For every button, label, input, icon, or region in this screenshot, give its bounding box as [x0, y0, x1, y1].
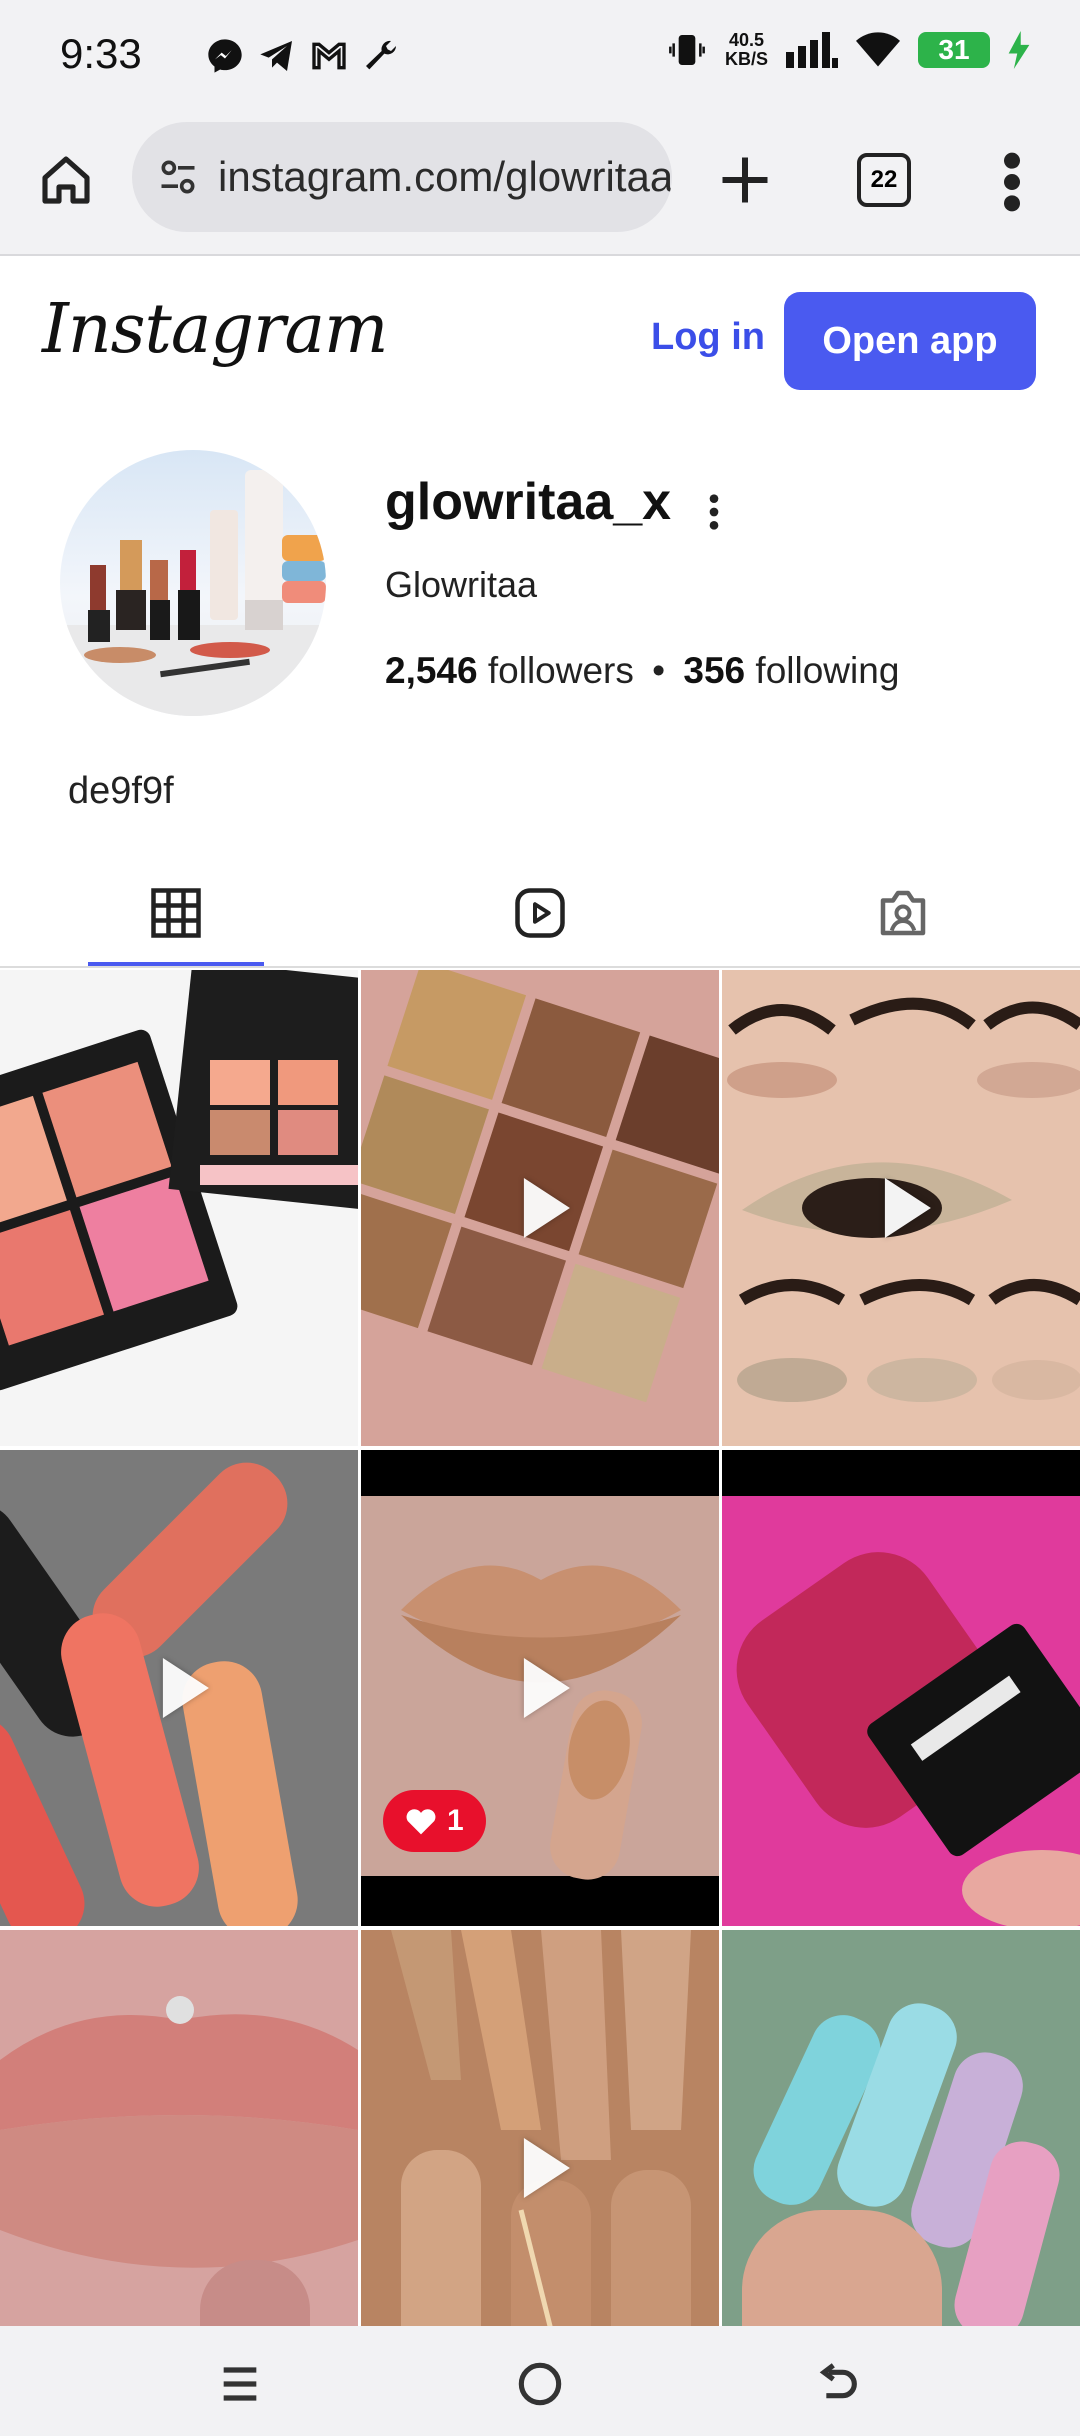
- profile-username: glowritaa_x: [385, 473, 672, 531]
- signal-icon: [786, 32, 838, 68]
- charging-icon: [1008, 31, 1030, 69]
- followers-label[interactable]: followers: [488, 650, 634, 691]
- video-play-icon: [884, 1178, 931, 1238]
- recent-apps-icon[interactable]: [212, 2356, 268, 2412]
- grid-icon: [151, 888, 201, 938]
- url-text[interactable]: instagram.com/glowritaa_x: [218, 153, 672, 201]
- status-right: 40.5 KB/S 31: [667, 30, 1030, 70]
- following-label[interactable]: following: [755, 650, 899, 691]
- reels-icon: [515, 888, 565, 938]
- post-tile[interactable]: 1: [361, 1450, 719, 1926]
- post-image: [722, 1450, 1080, 1926]
- tagged-icon: [880, 890, 926, 936]
- tab-reels[interactable]: [452, 860, 628, 966]
- instagram-logo[interactable]: Instagram: [42, 290, 388, 369]
- post-tile[interactable]: [722, 970, 1080, 1446]
- telegram-icon: [260, 41, 292, 71]
- address-bar[interactable]: instagram.com/glowritaa_x: [132, 122, 672, 232]
- tab-tagged[interactable]: [815, 860, 991, 966]
- followers-count[interactable]: 2,546: [385, 650, 478, 691]
- more-menu-icon[interactable]: [1000, 150, 1024, 214]
- profile-bio: de9f9f: [68, 770, 174, 812]
- post-tile[interactable]: [0, 970, 358, 1446]
- notification-icons: [205, 36, 401, 76]
- messenger-icon: [208, 39, 242, 73]
- status-time: 9:33: [60, 30, 142, 77]
- system-nav-bar: [0, 2326, 1080, 2436]
- net-speed-value: 40.5: [728, 30, 765, 50]
- status-bar: 9:33 40.5 KB/S 31: [0, 0, 1080, 110]
- new-tab-icon[interactable]: [715, 150, 775, 210]
- video-play-icon: [523, 2138, 570, 2198]
- post-tile[interactable]: [361, 970, 719, 1446]
- net-speed: 40.5 KB/S: [725, 31, 768, 69]
- profile-full-name: Glowritaa: [385, 564, 538, 605]
- profile-stats: 2,546 followers • 356 following: [385, 650, 899, 692]
- browser-toolbar: instagram.com/glowritaa_x 22: [0, 110, 1080, 256]
- gmail-icon: [312, 42, 346, 70]
- avatar-makeup-image: [60, 470, 326, 716]
- stats-separator: •: [652, 650, 666, 691]
- wifi-icon: [856, 32, 900, 67]
- post-tile[interactable]: [722, 1450, 1080, 1926]
- tabs-divider: [0, 966, 1080, 968]
- avatar[interactable]: [60, 450, 326, 716]
- site-settings-icon[interactable]: [156, 155, 200, 199]
- home-nav-icon[interactable]: [512, 2356, 568, 2412]
- post-image: [0, 970, 358, 1446]
- post-tile[interactable]: [0, 1450, 358, 1926]
- video-play-icon: [162, 1658, 209, 1718]
- back-icon[interactable]: [810, 2356, 866, 2412]
- likes-count: 1: [447, 1804, 464, 1837]
- battery-icon: 31: [918, 32, 990, 68]
- tab-switcher-button[interactable]: 22: [857, 153, 911, 207]
- following-count[interactable]: 356: [683, 650, 745, 691]
- likes-badge: 1: [383, 1790, 486, 1852]
- tab-posts[interactable]: [88, 860, 264, 966]
- login-link[interactable]: Log in: [651, 316, 765, 359]
- video-play-icon: [523, 1178, 570, 1238]
- video-play-icon: [523, 1658, 570, 1718]
- home-icon[interactable]: [38, 150, 94, 210]
- profile-options-icon[interactable]: [704, 492, 724, 532]
- wrench-icon: [366, 40, 397, 70]
- vibrate-icon: [669, 35, 705, 65]
- open-app-button[interactable]: Open app: [784, 292, 1036, 390]
- heart-icon: [406, 1809, 436, 1835]
- net-speed-unit: KB/S: [724, 49, 768, 69]
